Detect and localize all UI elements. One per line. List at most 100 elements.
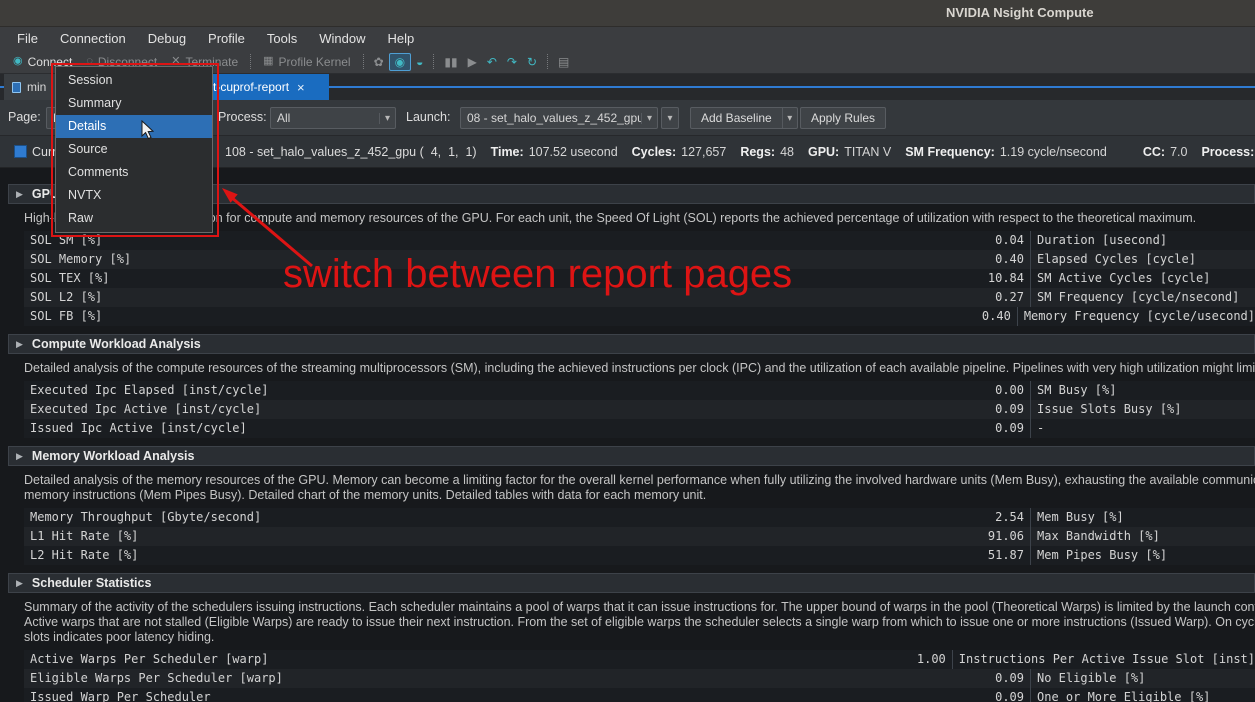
menu-tools[interactable]: Tools [256, 29, 308, 49]
metric-name-2: Memory Frequency [cycle/usecond] [1017, 307, 1255, 326]
section-header-compute-workload-analysis[interactable]: ▶ Compute Workload Analysis [8, 334, 1255, 354]
launch-combobox[interactable]: 08 - set_halo_values_z_452_gpu ▾ [460, 107, 658, 129]
table-row: Issued Warp Per Scheduler 0.09 One or Mor… [24, 688, 1255, 702]
auto-profile-icon[interactable]: ◉ [389, 53, 411, 71]
tab-cuprof-report[interactable]: t-cuprof-report × [205, 74, 329, 100]
section-title: Memory Workload Analysis [32, 449, 195, 463]
launch-label: Launch: [406, 110, 450, 124]
table-row: SOL FB [%]0.40 Memory Frequency [cycle/u… [24, 307, 1255, 326]
metric-value: 0.40 [995, 250, 1024, 269]
table-row: Issued Ipc Active [inst/cycle]0.09 - [24, 419, 1255, 438]
metric-value: 51.87 [988, 546, 1024, 565]
page-option-raw[interactable]: Raw [56, 207, 212, 230]
metric-name: Issued Warp Per Scheduler [30, 688, 211, 702]
chevron-down-icon[interactable]: ▾ [782, 108, 797, 128]
metric-name: Eligible Warps Per Scheduler [warp] [30, 669, 283, 688]
kernel-summary-line: 108 - set_halo_values_z_452_gpu ( 4, 1, … [225, 136, 1254, 168]
expander-icon: ▶ [16, 578, 23, 589]
metric-value: 0.27 [995, 288, 1024, 307]
window-title: NVIDIA Nsight Compute [946, 5, 1094, 20]
page-option-details[interactable]: Details [56, 115, 212, 138]
report-details-page: ▶ GPU Speed Of Light High-level overview… [0, 168, 1255, 702]
profiler-settings-icon[interactable]: ✿ [369, 54, 389, 70]
page-option-summary[interactable]: Summary [56, 92, 212, 115]
metrics-table: Active Warps Per Scheduler [warp]1.00 In… [24, 650, 1255, 702]
page-option-source[interactable]: Source [56, 138, 212, 161]
regs-value: 48 [780, 145, 794, 159]
metric-name: SOL FB [%] [30, 307, 102, 326]
tab-min-report[interactable]: min [4, 74, 62, 100]
profile-series-icon[interactable]: ◒ [411, 54, 428, 70]
sm-frequency-label: SM Frequency: [905, 145, 995, 159]
profile-kernel-button[interactable]: ▦ Profile Kernel [256, 53, 357, 71]
toolbar-separator [250, 54, 251, 69]
table-row: Executed Ipc Elapsed [inst/cycle]0.00 SM… [24, 381, 1255, 400]
menu-help[interactable]: Help [377, 29, 426, 49]
metric-name-2: Elapsed Cycles [cycle] [1030, 250, 1255, 269]
cycles-value: 127,657 [681, 145, 726, 159]
step-icon[interactable]: ▶ [463, 54, 482, 70]
metric-name: SOL Memory [%] [30, 250, 131, 269]
apply-rules-button[interactable]: Apply Rules [800, 107, 886, 129]
metric-name: L1 Hit Rate [%] [30, 527, 138, 546]
cc-value: 7.0 [1170, 145, 1187, 159]
section-memory-workload-analysis: ▶ Memory Workload Analysis Detailed anal… [0, 446, 1255, 565]
metric-name-2: Issue Slots Busy [%] [1030, 400, 1255, 419]
kernel-color-indicator[interactable] [14, 145, 27, 158]
report-doc-icon [12, 82, 21, 93]
metric-value: 0.09 [995, 400, 1024, 419]
page-dropdown-popup: Session Summary Details Source Comments … [55, 66, 213, 233]
metric-value: 0.09 [995, 419, 1024, 438]
title-bar: NVIDIA Nsight Compute [0, 0, 1255, 27]
metric-value: 0.09 [995, 688, 1024, 702]
process-label: Process: [218, 110, 267, 124]
chevron-down-icon: ▾ [641, 113, 657, 124]
table-row: Eligible Warps Per Scheduler [warp]0.09 … [24, 669, 1255, 688]
metric-name: SOL TEX [%] [30, 269, 109, 288]
redo-icon[interactable]: ↷ [502, 54, 522, 70]
add-baseline-button[interactable]: Add Baseline ▾ [690, 107, 798, 129]
metric-name: SOL L2 [%] [30, 288, 102, 307]
section-scheduler-statistics: ▶ Scheduler Statistics Summary of the ac… [0, 573, 1255, 702]
page-label: Page: [8, 110, 41, 124]
process-combobox[interactable]: All ▾ [270, 107, 396, 129]
metric-name: Active Warps Per Scheduler [warp] [30, 650, 268, 669]
cycles-label: Cycles: [632, 145, 676, 159]
section-header-memory-workload-analysis[interactable]: ▶ Memory Workload Analysis [8, 446, 1255, 466]
metric-name: Memory Throughput [Gbyte/second] [30, 508, 261, 527]
page-option-nvtx[interactable]: NVTX [56, 184, 212, 207]
metric-name-2: One or More Eligible [%] [1030, 688, 1255, 702]
metric-value: 2.54 [995, 508, 1024, 527]
menu-connection[interactable]: Connection [49, 29, 137, 49]
menu-debug[interactable]: Debug [137, 29, 197, 49]
kernel-name: 108 - set_halo_values_z_452_gpu ( 4, 1, … [225, 145, 477, 159]
launch-history-dropdown-button[interactable]: ▾ [661, 107, 679, 129]
metric-name-2: Duration [usecond] [1030, 231, 1255, 250]
section-title: Scheduler Statistics [32, 576, 152, 590]
page-option-session[interactable]: Session [56, 69, 212, 92]
tab-close-icon[interactable]: × [297, 80, 305, 95]
page-option-comments[interactable]: Comments [56, 161, 212, 184]
report-icon[interactable]: ▤ [553, 54, 574, 70]
profile-kernel-icon: ▦ [263, 56, 273, 67]
undo-icon[interactable]: ↶ [482, 54, 502, 70]
toolbar-separator [363, 54, 364, 69]
metric-name-2: SM Busy [%] [1030, 381, 1255, 400]
menu-file[interactable]: File [6, 29, 49, 49]
table-row: L1 Hit Rate [%]91.06 Max Bandwidth [%] [24, 527, 1255, 546]
section-description: Detailed analysis of the compute resourc… [24, 361, 1255, 376]
menu-profile[interactable]: Profile [197, 29, 256, 49]
reload-icon[interactable]: ↻ [522, 54, 542, 70]
metric-name: L2 Hit Rate [%] [30, 546, 138, 565]
gpu-label: GPU: [808, 145, 839, 159]
table-row: SOL SM [%]0.04 Duration [usecond] [24, 231, 1255, 250]
pause-icon[interactable]: ▮▮ [439, 54, 462, 70]
section-header-scheduler-statistics[interactable]: ▶ Scheduler Statistics [8, 573, 1255, 593]
expander-icon: ▶ [16, 189, 23, 200]
section-compute-workload-analysis: ▶ Compute Workload Analysis Detailed ana… [0, 334, 1255, 438]
metric-value: 10.84 [988, 269, 1024, 288]
annotation-text: switch between report pages [283, 252, 792, 297]
metric-value: 0.00 [995, 381, 1024, 400]
menu-window[interactable]: Window [308, 29, 376, 49]
metric-name-2: SM Frequency [cycle/nsecond] [1030, 288, 1255, 307]
